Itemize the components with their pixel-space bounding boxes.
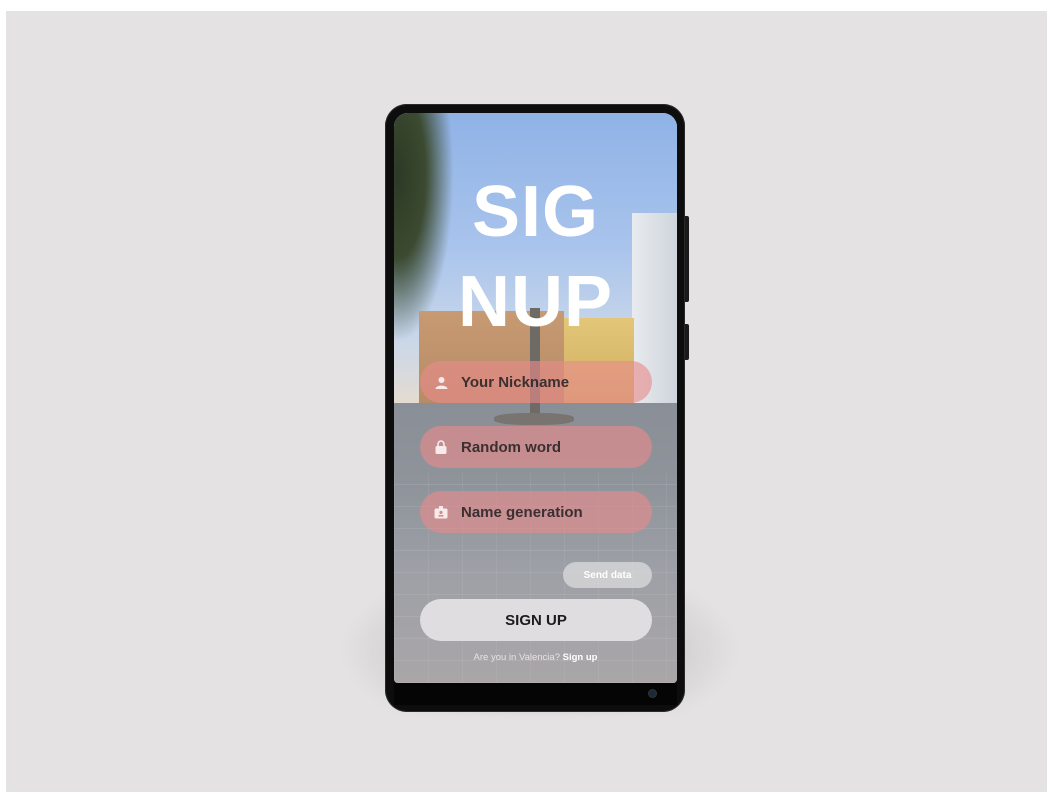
footer-question: Are you in Valencia? bbox=[473, 652, 563, 663]
app-screen: SIG NUP Your Nickname Random word Name g… bbox=[394, 113, 677, 683]
name-generation-field[interactable]: Name generation bbox=[420, 491, 652, 533]
user-icon bbox=[434, 375, 448, 389]
badge-icon bbox=[434, 505, 448, 519]
camera-icon bbox=[649, 690, 656, 697]
volume-button bbox=[685, 216, 689, 302]
power-button bbox=[685, 324, 689, 360]
sign-up-button[interactable]: SIGN UP bbox=[420, 599, 652, 641]
phone-mockup: SIG NUP Your Nickname Random word Name g… bbox=[385, 104, 689, 712]
send-data-button[interactable]: Send data bbox=[563, 562, 652, 588]
background-fountain bbox=[494, 413, 574, 425]
lock-icon bbox=[434, 440, 448, 454]
phone-chin bbox=[394, 683, 677, 705]
page-title-line2: NUP bbox=[457, 262, 613, 342]
nickname-placeholder: Your Nickname bbox=[461, 373, 570, 391]
footer-sign-up-link[interactable]: Sign up bbox=[563, 652, 598, 663]
page-title-line1: SIG bbox=[471, 172, 600, 252]
nickname-field[interactable]: Your Nickname bbox=[420, 361, 652, 403]
footer-text: Are you in Valencia? Sign up bbox=[394, 652, 677, 663]
name-generation-placeholder: Name generation bbox=[461, 503, 583, 521]
random-word-placeholder: Random word bbox=[461, 438, 561, 456]
random-word-field[interactable]: Random word bbox=[420, 426, 652, 468]
